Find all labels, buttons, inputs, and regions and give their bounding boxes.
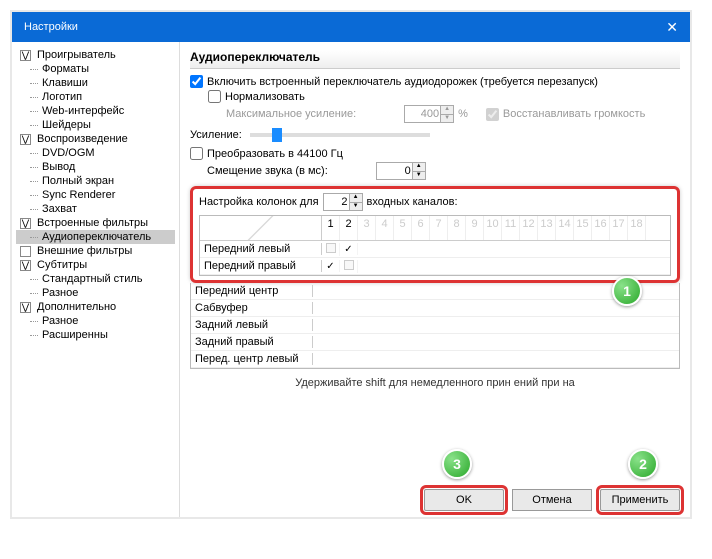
restore-volume-input	[486, 108, 499, 121]
matrix-corner	[200, 216, 322, 240]
matrix-col: 2	[340, 216, 358, 240]
speaker-config-highlight: Настройка колонок для 2 ▲▼ входных канал…	[190, 186, 680, 283]
tree-item[interactable]: Стандартный стиль	[16, 272, 175, 286]
speaker-config-row: Настройка колонок для 2 ▲▼ входных канал…	[199, 193, 671, 211]
matrix-col: 1	[322, 216, 340, 240]
cancel-button[interactable]: Отмена	[512, 489, 592, 511]
tree-expand-icon[interactable]: ⋁	[20, 50, 31, 61]
dialog-window: Настройки ✕ ⋁ПроигрывательФорматыКлавиши…	[10, 10, 692, 519]
tree-expand-icon[interactable]: ⋁	[20, 260, 31, 271]
tree-item[interactable]: Разное	[16, 314, 175, 328]
spin-up-icon: ▲	[440, 106, 453, 115]
matrix-cell[interactable]	[322, 243, 340, 256]
tree-item[interactable]: ⋁Встроенные фильтры	[16, 216, 175, 230]
matrix-col: 3	[358, 216, 376, 240]
tree-item[interactable]: Внешние фильтры	[16, 244, 175, 258]
tree-expand-icon[interactable]: ⋁	[20, 302, 31, 313]
tree-item[interactable]: Web-интерфейс	[16, 104, 175, 118]
tree-item[interactable]: Sync Renderer	[16, 188, 175, 202]
convert-44100-checkbox[interactable]: Преобразовать в 44100 Гц	[190, 147, 680, 160]
matrix-row: Задний правый	[191, 334, 679, 351]
matrix-col: 13	[538, 216, 556, 240]
matrix-row: Передний центр	[191, 283, 679, 300]
settings-panel: Аудиопереключатель Включить встроенный п…	[180, 42, 690, 517]
tree-expand-icon[interactable]	[20, 246, 31, 257]
annotation-badge-2: 2	[628, 449, 658, 479]
matrix-col: 6	[412, 216, 430, 240]
tree-item[interactable]: Полный экран	[16, 174, 175, 188]
enable-switcher-input[interactable]	[190, 75, 203, 88]
spin-down-icon[interactable]: ▼	[349, 203, 362, 211]
tree-item[interactable]: Форматы	[16, 62, 175, 76]
tree-item[interactable]: Аудиопереключатель	[16, 230, 175, 244]
audio-offset-row: Смещение звука (в мс): 0 ▲▼	[190, 162, 680, 180]
matrix-cell[interactable]	[322, 260, 340, 272]
matrix-col: 12	[520, 216, 538, 240]
matrix-row: Задний левый	[191, 317, 679, 334]
channel-matrix-overflow: Передний центрСабвуферЗадний левыйЗадний…	[190, 283, 680, 369]
tree-item[interactable]: Вывод	[16, 160, 175, 174]
tree-item[interactable]: ⋁Дополнительно	[16, 300, 175, 314]
matrix-row: Передний правый	[200, 258, 670, 275]
matrix-col: 7	[430, 216, 448, 240]
matrix-col: 16	[592, 216, 610, 240]
tree-item[interactable]: Разное	[16, 286, 175, 300]
tree-item[interactable]: Логотип	[16, 90, 175, 104]
tree-expand-icon[interactable]: ⋁	[20, 218, 31, 229]
matrix-col: 18	[628, 216, 646, 240]
ok-button[interactable]: OK	[424, 489, 504, 511]
gain-row: Усиление:	[190, 129, 680, 141]
slider-thumb[interactable]	[272, 128, 282, 142]
audio-offset-input[interactable]: 0 ▲▼	[376, 162, 426, 180]
matrix-col: 4	[376, 216, 394, 240]
matrix-col: 8	[448, 216, 466, 240]
enable-switcher-checkbox[interactable]: Включить встроенный переключатель аудиод…	[190, 75, 680, 88]
settings-tree: ⋁ПроигрывательФорматыКлавишиЛоготипWeb-и…	[12, 42, 180, 517]
max-gain-input: 400 ▲▼	[404, 105, 454, 123]
dialog-buttons: OK Отмена Применить	[424, 489, 680, 511]
matrix-col: 11	[502, 216, 520, 240]
convert-44100-input[interactable]	[190, 147, 203, 160]
matrix-col: 14	[556, 216, 574, 240]
tree-expand-icon[interactable]: ⋁	[20, 134, 31, 145]
tree-item[interactable]: Шейдеры	[16, 118, 175, 132]
tree-item[interactable]: Расширенны	[16, 328, 175, 342]
tree-item[interactable]: Захват	[16, 202, 175, 216]
annotation-badge-1: 1	[612, 276, 642, 306]
annotation-badge-3: 3	[442, 449, 472, 479]
gain-slider[interactable]	[250, 133, 430, 137]
channel-matrix: 123456789101112131415161718 Передний лев…	[199, 215, 671, 276]
shift-hint: Удерживайте shift для немедленного прин …	[190, 377, 680, 389]
tree-item[interactable]: ⋁Воспроизведение	[16, 132, 175, 146]
normalize-input[interactable]	[208, 90, 221, 103]
normalize-checkbox[interactable]: Нормализовать	[208, 90, 680, 103]
matrix-col: 15	[574, 216, 592, 240]
matrix-cell[interactable]	[340, 260, 358, 273]
speaker-count-input[interactable]: 2 ▲▼	[323, 193, 363, 211]
matrix-col: 5	[394, 216, 412, 240]
matrix-col: 10	[484, 216, 502, 240]
spin-down-icon: ▼	[440, 115, 453, 123]
spin-down-icon[interactable]: ▼	[412, 172, 425, 180]
tree-item[interactable]: ⋁Проигрыватель	[16, 48, 175, 62]
tree-item[interactable]: ⋁Субтитры	[16, 258, 175, 272]
matrix-row: Перед. центр левый	[191, 351, 679, 368]
tree-item[interactable]: DVD/OGM	[16, 146, 175, 160]
close-icon[interactable]: ✕	[666, 19, 678, 36]
matrix-col: 9	[466, 216, 484, 240]
matrix-cell[interactable]	[340, 243, 358, 255]
matrix-row: Передний левый	[200, 241, 670, 258]
matrix-row: Сабвуфер	[191, 300, 679, 317]
spin-up-icon[interactable]: ▲	[412, 163, 425, 172]
max-gain-row: Максимальное усиление: 400 ▲▼ % Восстана…	[226, 105, 680, 123]
titlebar: Настройки ✕	[12, 12, 690, 42]
spin-up-icon[interactable]: ▲	[349, 194, 362, 203]
apply-button[interactable]: Применить	[600, 489, 680, 511]
matrix-col: 17	[610, 216, 628, 240]
section-title: Аудиопереключатель	[190, 50, 680, 69]
window-title: Настройки	[24, 21, 78, 33]
tree-item[interactable]: Клавиши	[16, 76, 175, 90]
